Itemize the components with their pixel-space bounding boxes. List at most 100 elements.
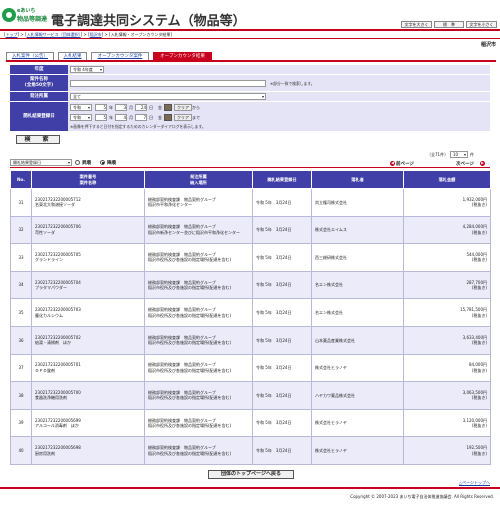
table-row: 34 230217232200005704 プラタマパウダー 総務部契約検査課 物品契… bbox=[10, 270, 491, 300]
row-winner: 尚立権司株式会社 bbox=[311, 188, 404, 217]
col-org: 発注所属 納入場所 bbox=[144, 170, 253, 189]
next-page-icon[interactable]: ▶ bbox=[480, 161, 485, 166]
org-select[interactable]: 全て bbox=[70, 93, 266, 100]
amount-value: 84,000円 bbox=[469, 362, 487, 368]
org-name: 総務部契約検査課 物品契約グループ bbox=[148, 445, 216, 451]
breadcrumb-top-link[interactable]: トップ bbox=[6, 32, 18, 37]
case-name[interactable]: 苛性ソーダ bbox=[35, 230, 55, 235]
row-case[interactable]: 230217232200005706 苛性ソーダ bbox=[31, 215, 145, 245]
case-name[interactable]: 名東北大和溶接ソーダ bbox=[35, 202, 75, 207]
case-name-input[interactable] bbox=[70, 80, 266, 87]
to-day-input[interactable]: 7 bbox=[135, 114, 147, 121]
from-calendar-icon[interactable] bbox=[164, 104, 172, 111]
font-normal-button[interactable]: 標 準 bbox=[434, 21, 464, 28]
case-name[interactable]: アルコール消毒剤 ほか bbox=[35, 423, 79, 428]
font-small-button[interactable]: 文字を小さく bbox=[466, 21, 497, 28]
row-case[interactable]: 230217232200005698 厨房用洗剤 bbox=[31, 436, 145, 465]
year-select[interactable]: 令和 4年度 bbox=[70, 66, 104, 73]
desc-radio[interactable] bbox=[100, 160, 105, 165]
case-number: 230217232200005704 bbox=[35, 279, 81, 285]
to-year-input[interactable]: 5 bbox=[95, 114, 107, 121]
row-case[interactable]: 230217232200005712 名東北大和溶接ソーダ bbox=[31, 188, 145, 217]
row-winner: 名エン株式会社 bbox=[311, 270, 404, 300]
year-row: 年度 令和 4年度 bbox=[10, 65, 490, 75]
amount-value: 287,700円 bbox=[466, 279, 487, 285]
tax-note: (税抜き) bbox=[471, 450, 487, 456]
from-month-input[interactable]: 3 bbox=[115, 104, 127, 111]
col-no: No. bbox=[10, 170, 32, 189]
to-clear-button[interactable]: クリア bbox=[174, 114, 192, 121]
to-era-select[interactable]: 令和 bbox=[70, 114, 92, 121]
logo-text-1: eあいち bbox=[17, 8, 36, 14]
from-clear-button[interactable]: クリア bbox=[174, 104, 192, 111]
case-name[interactable]: プラタマパウダー bbox=[35, 285, 67, 290]
row-date: 令和 5年 3月24日 bbox=[252, 243, 312, 272]
case-name[interactable]: 厨房用洗剤 bbox=[35, 451, 55, 456]
case-name[interactable]: ＤＰＤ錠剤 bbox=[35, 368, 55, 373]
row-case[interactable]: 230217232200005699 アルコール消毒剤 ほか bbox=[31, 408, 145, 438]
date-label: 開札結果登録日 bbox=[10, 102, 68, 131]
row-no: 32 bbox=[10, 215, 32, 245]
case-name[interactable]: グランドライン bbox=[35, 257, 63, 262]
case-number: 230217232200005699 bbox=[35, 417, 81, 423]
table-row: 40 230217232200005698 厨房用洗剤 総務部契約検査課 物品契約グル… bbox=[10, 436, 491, 465]
row-case[interactable]: 230217232200005704 プラタマパウダー bbox=[31, 270, 145, 300]
row-case[interactable]: 230217232200005702 給湯・清掃剤 ほか bbox=[31, 325, 145, 355]
tab-open-counter-results[interactable]: オープンカウンタ結果 bbox=[153, 52, 212, 60]
row-case[interactable]: 230217232200005701 ＤＰＤ錠剤 bbox=[31, 353, 145, 383]
row-org: 総務部契約検査課 物品契約グループ 稲沢市役所及び各施設の指定場所(配達を含む) bbox=[144, 270, 253, 300]
delivery-place: 稲沢市役所及び各施設の指定場所(配達を含む) bbox=[148, 285, 232, 291]
font-large-button[interactable]: 文字を大きく bbox=[401, 21, 432, 28]
case-name[interactable]: 塵化カルシウム bbox=[35, 313, 63, 318]
row-case[interactable]: 230217232200005705 グランドライン bbox=[31, 243, 145, 272]
case-number: 230217232200005698 bbox=[35, 445, 81, 451]
asc-label: 昇順 bbox=[82, 161, 91, 166]
breadcrumb-city-link[interactable]: 稲沢市 bbox=[90, 32, 102, 37]
amount-value: 4,284,000円 bbox=[462, 224, 487, 230]
breadcrumb-divider bbox=[0, 38, 500, 39]
delivery-place: 稲沢市役所及び各施設の指定場所(配達を含む) bbox=[148, 450, 232, 456]
tax-note: (税抜き) bbox=[471, 423, 487, 429]
to-calendar-icon[interactable] bbox=[164, 114, 172, 121]
from-era-select[interactable]: 令和 bbox=[70, 104, 92, 111]
case-name[interactable]: 食器洗浄機用洗剤 bbox=[35, 395, 67, 400]
prev-page-icon[interactable]: ◀ bbox=[390, 161, 395, 166]
back-to-org-top-button[interactable]: 団体のトップページへ戻る bbox=[208, 470, 294, 479]
to-month-input[interactable]: 4 bbox=[115, 114, 127, 121]
org-label: 発注所属 bbox=[10, 92, 68, 101]
breadcrumb-org-select-link[interactable]: 入札情報サービス（団体選択） bbox=[27, 32, 81, 37]
page-top-link[interactable]: △ページトップへ bbox=[459, 480, 490, 486]
col-case: 案件番号 案件名称 bbox=[31, 170, 145, 189]
table-top-divider bbox=[10, 167, 490, 168]
total-count: （全71件） bbox=[427, 152, 449, 157]
delivery-place: 稲沢市役所及び各施設の指定場所(配達を含む) bbox=[148, 257, 232, 263]
org-row: 発注所属 全て bbox=[10, 92, 490, 102]
tab-bid-notices[interactable]: 入札案件（公告） bbox=[6, 52, 54, 60]
row-case[interactable]: 230217232200005700 食器洗浄機用洗剤 bbox=[31, 381, 145, 410]
table-row: 37 230217232200005701 ＤＰＤ錠剤 総務部契約検査課 物品契約グル… bbox=[10, 353, 491, 383]
org-name: 総務部契約検査課 物品契約グループ bbox=[148, 417, 216, 423]
tab-bid-results[interactable]: 入札結果 bbox=[58, 52, 87, 60]
per-page-select[interactable]: 10 bbox=[450, 151, 468, 158]
search-button[interactable]: 検 索 bbox=[16, 135, 60, 144]
row-winner: 株式会社ヒラノヤ bbox=[311, 408, 404, 438]
site-logo[interactable]: eあいち 物品等調達 bbox=[2, 7, 48, 25]
table-row: 32 230217232200005706 苛性ソーダ 総務部契約検査課 物品契約グル… bbox=[10, 215, 491, 245]
tab-open-counter-cases[interactable]: オープンカウンタ案件 bbox=[91, 52, 149, 60]
from-year-input[interactable]: 5 bbox=[95, 104, 107, 111]
row-amount: 544,000円 (税抜き) bbox=[403, 243, 491, 272]
asc-radio[interactable] bbox=[75, 160, 80, 165]
date-row: 開札結果登録日 令和 5 年 3 月 24 日 金 クリア から 令和 5 年 … bbox=[10, 102, 490, 132]
name-label: 案件名称 (全角50文字) bbox=[10, 75, 68, 91]
delivery-place: 稲沢市役所及び各施設の指定場所(配達を含む) bbox=[148, 395, 232, 401]
tax-note: (税抜き) bbox=[471, 367, 487, 373]
name-note: ※部分一致で検索します。 bbox=[270, 81, 315, 86]
row-amount: 1,932,000円 (税抜き) bbox=[403, 188, 491, 217]
sort-select[interactable]: 開札結果登録日 bbox=[10, 159, 72, 166]
row-org: 総務部契約検査課 物品契約グループ 稲沢市新浄センター並びに稲沢市平和浄化センター bbox=[144, 215, 253, 245]
row-case[interactable]: 230217232200005703 塵化カルシウム bbox=[31, 298, 145, 327]
row-no: 34 bbox=[10, 270, 32, 300]
case-name[interactable]: 給湯・清掃剤 ほか bbox=[35, 340, 71, 345]
from-day-input[interactable]: 24 bbox=[135, 104, 147, 111]
copyright: Copyright © 2007-2023 あいち電子自治体推進協議会. All… bbox=[350, 494, 494, 499]
